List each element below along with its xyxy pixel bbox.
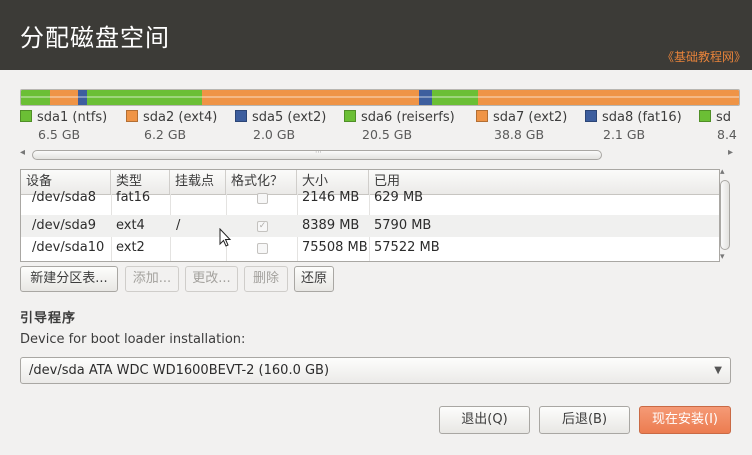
legend-partition-name: sda8 (fat16) xyxy=(602,110,682,125)
format-checkbox[interactable] xyxy=(257,243,268,254)
add-partition-button[interactable]: 添加... xyxy=(125,266,179,292)
legend-partition-name: sda1 (ntfs) xyxy=(37,110,108,125)
partition-segment-ext4 xyxy=(478,90,739,105)
mouse-pointer-icon xyxy=(219,228,232,247)
revert-button[interactable]: 还原 xyxy=(294,266,334,292)
cell-size: 8389 MB xyxy=(302,218,360,233)
legend-swatch xyxy=(344,110,356,122)
format-checkbox[interactable] xyxy=(257,193,268,204)
legend-partition-name: sd xyxy=(716,110,732,125)
title-bar: 分配磁盘空间 《基础教程网》 xyxy=(0,0,752,70)
format-checkbox[interactable]: ✓ xyxy=(257,221,268,232)
table-row[interactable]: /dev/sda9 ext4 / ✓ 8389 MB 5790 MB xyxy=(21,215,719,237)
legend-item: sda5 (ext2) 2.0 GB xyxy=(235,110,326,142)
quit-button[interactable]: 退出(Q) xyxy=(439,406,530,434)
cell-type: ext2 xyxy=(116,240,145,255)
partition-segment-ext4 xyxy=(201,90,420,105)
change-partition-button[interactable]: 更改... xyxy=(185,266,238,292)
cell-used: 5790 MB xyxy=(374,218,432,233)
page-title: 分配磁盘空间 xyxy=(20,24,170,52)
cell-device: /dev/sda10 xyxy=(32,240,105,255)
legend-partition-size: 6.5 GB xyxy=(38,127,81,142)
legend-swatch xyxy=(699,110,711,122)
partition-segment-fat16 xyxy=(419,90,432,105)
legend-item: sd 8.4 xyxy=(699,110,737,142)
partition-segment-ntfs xyxy=(21,90,50,105)
partition-legend: sda1 (ntfs) 6.5 GB sda2 (ext4) 6.2 GB sda5 (… xyxy=(20,110,738,148)
legend-partition-size: 2.1 GB xyxy=(603,127,646,142)
col-header-format[interactable]: 格式化？ xyxy=(226,170,297,194)
legend-item: sda8 (fat16) 2.1 GB xyxy=(585,110,682,142)
grip-icon: ⋯ xyxy=(315,148,322,156)
bootloader-device-value: /dev/sda ATA WDC WD1600BEVT-2 (160.0 GB) xyxy=(29,363,330,378)
cell-type: ext4 xyxy=(116,218,145,233)
legend-partition-size: 20.5 GB xyxy=(362,127,413,142)
legend-partition-name: sda6 (reiserfs) xyxy=(361,110,455,125)
legend-item: sda1 (ntfs) 6.5 GB xyxy=(20,110,107,142)
partition-table[interactable]: 设备 类型 挂载点 格式化？ 大小 已用 /dev/sda8 fat16 214… xyxy=(20,169,720,262)
dropdown-arrow-icon: ▼ xyxy=(714,365,722,376)
scrollbar-thumb[interactable] xyxy=(720,180,730,250)
cell-size: 75508 MB xyxy=(302,240,368,255)
scroll-left-arrow-icon[interactable]: ◂ xyxy=(20,147,25,158)
legend-partition-size: 38.8 GB xyxy=(494,127,545,142)
legend-swatch xyxy=(20,110,32,122)
cell-used: 57522 MB xyxy=(374,240,440,255)
table-row[interactable]: /dev/sda8 fat16 2146 MB 629 MB xyxy=(21,190,719,209)
cell-used: 629 MB xyxy=(374,190,424,205)
legend-swatch xyxy=(585,110,597,122)
scroll-down-arrow-icon[interactable]: ▾ xyxy=(720,252,725,262)
col-header-mount[interactable]: 挂载点 xyxy=(170,170,226,194)
bootloader-device-select[interactable]: /dev/sda ATA WDC WD1600BEVT-2 (160.0 GB)… xyxy=(20,357,731,384)
legend-partition-name: sda7 (ext2) xyxy=(493,110,568,125)
legend-partition-size: 8.4 xyxy=(717,127,737,142)
legend-item: sda6 (reiserfs) 20.5 GB xyxy=(344,110,455,142)
partition-segment-ext2 xyxy=(77,90,88,105)
cell-type: fat16 xyxy=(116,190,151,205)
partition-segment-ext4 xyxy=(49,90,78,105)
legend-partition-size: 2.0 GB xyxy=(253,127,296,142)
legend-item: sda2 (ext4) 6.2 GB xyxy=(126,110,217,142)
scroll-right-arrow-icon[interactable]: ▸ xyxy=(728,147,733,158)
table-row[interactable]: /dev/sda10 ext2 75508 MB 57522 MB xyxy=(21,237,719,259)
scroll-up-arrow-icon[interactable]: ▴ xyxy=(720,167,725,177)
bootloader-device-label: Device for boot loader installation: xyxy=(20,332,246,347)
legend-partition-name: sda2 (ext4) xyxy=(143,110,218,125)
legend-horizontal-scrollbar[interactable]: ◂ ⋯ ▸ xyxy=(20,147,738,161)
legend-swatch xyxy=(476,110,488,122)
watermark: 《基础教程网》 xyxy=(661,50,746,64)
legend-partition-size: 6.2 GB xyxy=(144,127,187,142)
back-button[interactable]: 后退(B) xyxy=(539,406,630,434)
cell-size: 2146 MB xyxy=(302,190,360,205)
bootloader-section-title: 引导程序 xyxy=(20,311,77,326)
partition-bar xyxy=(20,89,740,106)
table-vertical-scrollbar[interactable]: ▴ ▾ xyxy=(719,167,731,262)
cell-mount xyxy=(171,237,176,259)
legend-item: sda7 (ext2) 38.8 GB xyxy=(476,110,567,142)
new-partition-table-button[interactable]: 新建分区表... xyxy=(20,266,118,292)
install-now-button[interactable]: 现在安装(I) xyxy=(639,406,731,434)
legend-swatch xyxy=(126,110,138,122)
partition-segment-reiserfs xyxy=(87,90,202,105)
cell-mount xyxy=(171,187,176,209)
delete-partition-button[interactable]: 删除 xyxy=(244,266,288,292)
partition-segment-reiserfs xyxy=(431,90,479,105)
cell-device: /dev/sda8 xyxy=(32,190,96,205)
cell-device: /dev/sda9 xyxy=(32,218,96,233)
cell-mount: / xyxy=(176,218,181,233)
scrollbar-thumb[interactable]: ⋯ xyxy=(32,148,602,160)
legend-partition-name: sda5 (ext2) xyxy=(252,110,327,125)
legend-swatch xyxy=(235,110,247,122)
